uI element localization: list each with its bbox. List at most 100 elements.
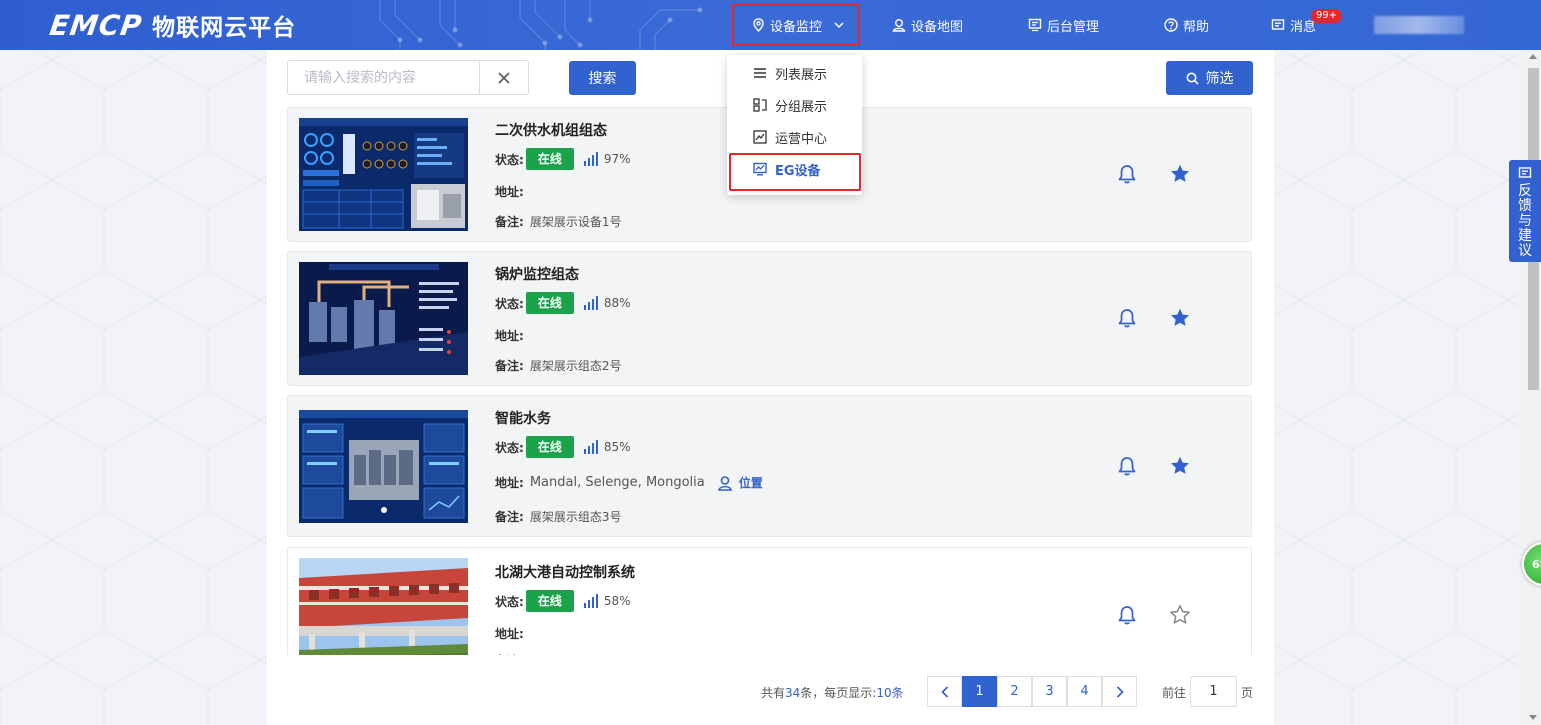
- status-badge: 在线: [525, 590, 574, 612]
- device-thumbnail: [299, 118, 468, 231]
- address-label: 地址:: [495, 185, 524, 199]
- user-pin-icon: [892, 18, 906, 32]
- signal-icon: [583, 440, 598, 454]
- status-badge: 在线: [525, 436, 574, 458]
- scroll-up-arrow[interactable]: [1529, 54, 1537, 59]
- address-row: 地址:: [495, 183, 530, 200]
- chart-icon: [753, 130, 767, 144]
- signal-icon: [583, 296, 598, 310]
- device-card[interactable]: 锅炉监控组态 状态: 在线 88% 地址: 备注: 展架展示组态2号: [287, 251, 1252, 386]
- star-filled-icon[interactable]: [1169, 455, 1191, 477]
- status-badge: 在线: [525, 148, 574, 170]
- help-circle-icon: [1164, 18, 1178, 32]
- nav-device-map[interactable]: 设备地图: [892, 0, 963, 50]
- page-button[interactable]: 1: [962, 676, 997, 707]
- device-name[interactable]: 二次供水机组组态: [495, 120, 607, 140]
- goto-label: 前往: [1162, 686, 1187, 700]
- filter-label: 筛选: [1205, 71, 1234, 87]
- bell-icon[interactable]: [1116, 307, 1138, 329]
- page-scrollbar[interactable]: [1526, 50, 1541, 725]
- feedback-label: 反馈与建议: [1518, 183, 1532, 259]
- status-label: 状态:: [495, 296, 524, 311]
- close-icon: [497, 71, 511, 85]
- clear-search-button[interactable]: [479, 61, 528, 94]
- bell-icon[interactable]: [1116, 604, 1138, 626]
- signal-strength: 85%: [603, 440, 631, 454]
- next-page-button[interactable]: [1102, 676, 1137, 707]
- device-name[interactable]: 锅炉监控组态: [495, 264, 579, 284]
- logo-title: 物联网云平台: [152, 15, 297, 41]
- status-label: 状态:: [495, 440, 524, 455]
- remark-label: 备注:: [495, 510, 524, 524]
- status-badge: 在线: [525, 292, 574, 314]
- total-suffix: 条，每页显示:: [800, 686, 877, 700]
- nav-messages[interactable]: 消息: [1271, 0, 1316, 50]
- remark-label: 备注:: [495, 359, 524, 373]
- nav-label: 设备地图: [911, 19, 964, 35]
- bell-icon[interactable]: [1116, 455, 1138, 477]
- page-button[interactable]: 3: [1032, 676, 1067, 707]
- bell-icon[interactable]: [1116, 163, 1138, 185]
- scroll-down-arrow[interactable]: [1529, 715, 1537, 720]
- remark-row: 备注:: [495, 652, 524, 655]
- remark-value: 展架展示组态2号: [529, 359, 622, 373]
- device-name[interactable]: 北湖大港自动控制系统: [495, 562, 635, 582]
- total-prefix: 共有: [761, 686, 786, 700]
- device-thumbnail: [299, 410, 468, 523]
- device-card[interactable]: 北湖大港自动控制系统 状态: 在线 58% 地址: 备注:: [287, 547, 1252, 655]
- location-link[interactable]: 位置: [717, 474, 763, 491]
- list-icon: [753, 66, 767, 80]
- star-outline-icon[interactable]: [1169, 604, 1191, 626]
- nav-highlight-box: [732, 4, 860, 46]
- filter-button[interactable]: 筛选: [1166, 61, 1253, 95]
- nav-backend-admin[interactable]: 后台管理: [1028, 0, 1099, 50]
- page-button[interactable]: 4: [1067, 676, 1102, 707]
- monitor-icon: [1028, 18, 1042, 32]
- card-clip: 北湖大港自动控制系统 状态: 在线 58% 地址: 备注:: [287, 547, 1253, 655]
- address-value: Mandal, Selenge, Mongolia: [529, 475, 705, 490]
- nav-label: 后台管理: [1047, 19, 1100, 35]
- remark-row: 备注: 展架展示组态3号: [495, 508, 621, 525]
- menu-item-operation-center[interactable]: 运营中心: [727, 121, 862, 153]
- float-ball-label: 68: [1532, 557, 1541, 571]
- star-filled-icon[interactable]: [1169, 163, 1191, 185]
- status-row: 状态: 在线 88%: [495, 292, 630, 314]
- search-input[interactable]: [288, 61, 479, 94]
- remark-row: 备注: 展架展示设备1号: [495, 213, 621, 230]
- menu-item-group-view[interactable]: 分组展示: [727, 89, 862, 121]
- remark-row: 备注: 展架展示组态2号: [495, 357, 621, 374]
- menu-item-label: 分组展示: [775, 99, 828, 115]
- menu-item-label: 列表展示: [775, 67, 828, 83]
- total-count: 34: [785, 686, 801, 700]
- chevron-right-icon: [1116, 685, 1124, 698]
- message-icon: [1271, 18, 1285, 32]
- signal-icon: [583, 152, 598, 166]
- menu-highlight-box: [729, 153, 861, 191]
- per-page: 10条: [876, 686, 904, 700]
- feedback-tab[interactable]: 反馈与建议: [1509, 160, 1541, 262]
- device-card[interactable]: 智能水务 状态: 在线 85% 地址: Mandal, Selenge, Mon…: [287, 395, 1252, 537]
- address-row: 地址: Mandal, Selenge, Mongolia 位置: [495, 474, 763, 491]
- status-row: 状态: 在线 85%: [495, 436, 630, 458]
- device-thumbnail: [299, 262, 468, 375]
- goto-page-input[interactable]: [1190, 676, 1237, 707]
- remark-value: 展架展示组态3号: [529, 510, 622, 524]
- location-label: 位置: [738, 476, 763, 490]
- device-name[interactable]: 智能水务: [495, 408, 551, 428]
- logo[interactable]: EMCP 物联网云平台: [48, 9, 297, 42]
- search-box: [287, 60, 529, 95]
- remark-label: 备注:: [495, 652, 524, 655]
- star-filled-icon[interactable]: [1169, 307, 1191, 329]
- status-label: 状态:: [495, 594, 524, 609]
- user-account[interactable]: [1374, 16, 1464, 34]
- signal-strength: 58%: [603, 594, 631, 608]
- message-icon: [1518, 166, 1532, 180]
- group-icon: [753, 98, 767, 112]
- nav-help[interactable]: 帮助: [1164, 0, 1209, 50]
- signal-strength: 88%: [603, 296, 631, 310]
- search-button[interactable]: 搜索: [569, 61, 636, 95]
- menu-item-list-view[interactable]: 列表展示: [727, 57, 862, 89]
- prev-page-button[interactable]: [927, 676, 962, 707]
- page-button[interactable]: 2: [997, 676, 1032, 707]
- signal-icon: [583, 594, 598, 608]
